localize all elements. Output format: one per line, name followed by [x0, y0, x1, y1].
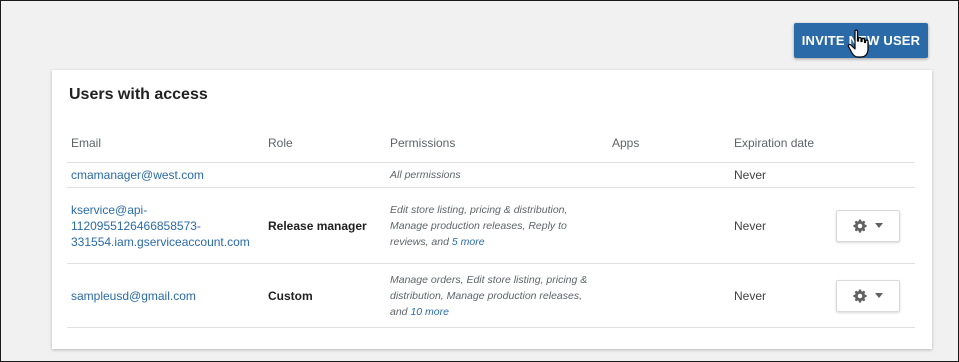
expiration-value: Never: [734, 168, 767, 182]
users-table: Email Role Permissions Apps Expiration d…: [67, 132, 915, 328]
expiration-cell: Never: [730, 187, 832, 264]
email-link-line[interactable]: 1120955126466858573-: [71, 218, 260, 234]
expiration-value: Never: [734, 288, 767, 303]
permissions-cell: All permissions: [386, 162, 608, 188]
permissions-text-line: distribution, Manage production releases…: [390, 289, 583, 302]
apps-cell: [608, 187, 730, 264]
table-row: cmamanager@west.com All permissions Neve…: [67, 162, 915, 188]
chevron-down-icon: [875, 223, 883, 228]
gear-icon: [853, 218, 867, 233]
apps-cell: [608, 263, 730, 328]
table-row: kservice@api- 1120955126466858573- 33155…: [67, 187, 915, 264]
permissions-text-line: Manage orders, Edit store listing, prici…: [390, 273, 588, 286]
email-link[interactable]: sampleusd@gmail.com: [71, 288, 260, 304]
column-header-email: Email: [67, 132, 264, 163]
column-header-expiration-date: Expiration date: [730, 132, 832, 163]
apps-cell: [608, 162, 730, 188]
column-header-actions: [832, 132, 915, 163]
invite-new-user-button[interactable]: INVITE NEW USER: [794, 23, 928, 58]
table-header-row: Email Role Permissions Apps Expiration d…: [67, 132, 915, 163]
column-header-apps: Apps: [608, 132, 730, 163]
actions-cell: [832, 263, 915, 328]
expiration-cell: Never: [730, 162, 832, 188]
permissions-text-line: and 10 more: [390, 304, 604, 320]
permissions-text-part: reviews, and: [390, 235, 452, 248]
table-row: sampleusd@gmail.com Custom Manage orders…: [67, 263, 915, 328]
role-cell: Custom: [264, 263, 386, 328]
permissions-text: All permissions: [390, 169, 461, 181]
permissions-text-line: reviews, and 5 more: [390, 234, 604, 250]
email-link-line[interactable]: 331554.iam.gserviceaccount.com: [71, 234, 260, 250]
expiration-value: Never: [734, 218, 767, 233]
role-label: Release manager: [268, 218, 367, 233]
permissions-cell: Edit store listing, pricing & distributi…: [386, 187, 608, 264]
chevron-down-icon: [875, 293, 883, 298]
permissions-text-line: Edit store listing, pricing & distributi…: [390, 203, 568, 216]
role-cell: Release manager: [264, 187, 386, 264]
gear-icon: [853, 288, 867, 303]
expiration-cell: Never: [730, 263, 832, 328]
email-cell[interactable]: sampleusd@gmail.com: [67, 263, 264, 328]
column-header-role: Role: [264, 132, 386, 163]
user-actions-menu-button[interactable]: [836, 209, 900, 242]
actions-cell: [832, 187, 915, 264]
email-link-line[interactable]: kservice@api-: [71, 202, 260, 218]
column-header-permissions: Permissions: [386, 132, 608, 163]
role-cell: [264, 162, 386, 188]
email-cell[interactable]: cmamanager@west.com: [67, 162, 264, 188]
permissions-text-line: Manage production releases, Reply to: [390, 219, 567, 232]
role-label: Custom: [268, 288, 313, 303]
page-frame: INVITE NEW USER Users with access Email …: [0, 0, 959, 362]
permissions-cell: Manage orders, Edit store listing, prici…: [386, 263, 608, 328]
users-with-access-card: Users with access Email Role Permissions…: [52, 70, 932, 349]
email-link[interactable]: cmamanager@west.com: [71, 167, 260, 183]
card-title: Users with access: [69, 86, 208, 103]
user-actions-menu-button[interactable]: [836, 279, 900, 312]
more-permissions-link[interactable]: 10 more: [410, 306, 449, 318]
actions-cell: [832, 162, 915, 188]
email-cell[interactable]: kservice@api- 1120955126466858573- 33155…: [67, 187, 264, 264]
more-permissions-link[interactable]: 5 more: [452, 236, 485, 248]
permissions-text-part: and: [390, 305, 411, 318]
